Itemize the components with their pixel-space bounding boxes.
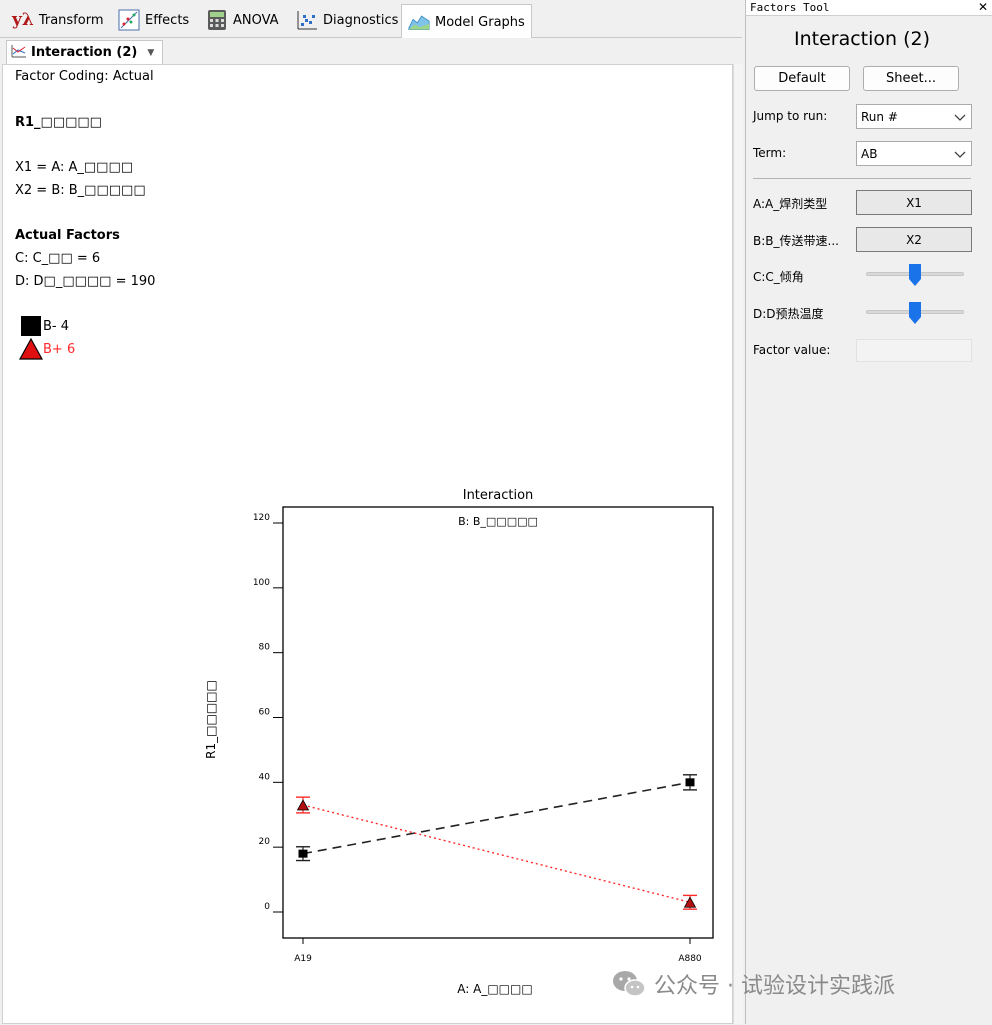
factors-tool-title: Factors Tool <box>750 1 830 14</box>
plot-frame <box>282 506 714 939</box>
wechat-icon <box>613 971 646 997</box>
chevron-down-icon[interactable]: ▼ <box>147 48 154 58</box>
factors-tool-heading: Interaction (2) <box>793 28 931 50</box>
factor-value-field[interactable] <box>856 339 972 362</box>
y-tick-label: 120 <box>253 513 270 523</box>
term-label: Term: <box>753 146 787 160</box>
tab-label: Model Graphs <box>435 14 525 30</box>
y-tick-label: 40 <box>259 772 271 782</box>
effects-icon <box>118 9 140 31</box>
tab-model-graphs[interactable]: Model Graphs <box>401 4 532 39</box>
factors-tool-panel: Factors Tool ✕ Interaction (2) Default S… <box>745 0 992 1024</box>
y-tick-label: 0 <box>264 902 270 912</box>
tab-label: ANOVA <box>233 12 279 28</box>
factor-b-label: B:B_传送带速... <box>753 234 839 248</box>
y-tick-label: 60 <box>259 708 271 718</box>
tab-diagnostics[interactable]: Diagnostics <box>290 4 404 36</box>
x-tick-label: A880 <box>678 954 702 964</box>
watermark: 公众号 · 试验设计实践派 <box>612 968 895 1000</box>
default-button[interactable]: Default <box>754 66 850 91</box>
y-axis-label: R1_□□□□□ <box>204 680 218 759</box>
model-graphs-icon <box>408 11 430 33</box>
y-tick-label: 20 <box>259 837 271 847</box>
vertical-scrollbar[interactable] <box>733 64 743 1024</box>
factor-a-label: A:A_焊剂类型 <box>753 197 828 211</box>
factor-c-slider-thumb[interactable] <box>909 264 921 286</box>
interaction-chart[interactable]: Interaction B: B_□□□□□ 0 20 40 60 80 100 120 A19 A… <box>3 65 734 1025</box>
chevron-down-icon <box>954 114 966 121</box>
x-tick-label: A19 <box>294 954 312 964</box>
diagnostics-icon <box>296 9 318 31</box>
factor-c-label: C:C_倾角 <box>753 270 804 284</box>
subtab-label: Interaction (2) <box>31 45 138 60</box>
x-axis-label: A: A_□□□□ <box>457 982 532 996</box>
factor-d-label: D:D预热温度 <box>753 307 824 321</box>
jump-to-run-label: Jump to run: <box>753 109 828 123</box>
chevron-down-icon <box>954 151 966 158</box>
transform-icon: yλ <box>12 10 34 30</box>
factor-b-axis-button[interactable]: X2 <box>856 227 972 252</box>
factor-a-axis-button[interactable]: X1 <box>856 190 972 215</box>
data-point-square <box>685 778 695 787</box>
data-point-square <box>298 849 308 858</box>
chart-title: Interaction <box>463 488 534 503</box>
close-icon[interactable]: ✕ <box>978 0 988 15</box>
tab-label: Effects <box>145 12 190 28</box>
factor-d-slider-thumb[interactable] <box>909 302 921 324</box>
sheet-button[interactable]: Sheet... <box>863 66 959 91</box>
tab-label: Transform <box>38 12 104 28</box>
divider <box>753 178 971 179</box>
tab-transform[interactable]: yλ Transform <box>6 4 109 36</box>
report-panel: Factor Coding: Actual R1_□□□□□ X1 = A: A… <box>2 64 733 1024</box>
tab-anova[interactable]: ANOVA <box>200 4 285 36</box>
tab-bar: yλ Transform Effects ANOVA Diagnostics M… <box>0 0 742 39</box>
jump-to-run-select[interactable]: Run # <box>856 104 972 129</box>
tab-effects[interactable]: Effects <box>112 4 195 36</box>
chart-subtitle: B: B_□□□□□ <box>458 515 538 528</box>
calculator-icon <box>206 9 228 31</box>
y-tick-label: 100 <box>253 578 270 588</box>
interaction-graph-icon <box>11 44 27 62</box>
graph-subtab-bar: Interaction (2) ▼ <box>0 38 742 64</box>
term-value: AB <box>861 146 878 161</box>
term-select[interactable]: AB <box>856 141 972 166</box>
factor-value-label: Factor value: <box>753 343 831 357</box>
y-tick-label: 80 <box>259 643 271 653</box>
factors-tool-titlebar: Factors Tool ✕ <box>746 0 992 16</box>
watermark-text: 公众号 · 试验设计实践派 <box>654 974 895 999</box>
tab-label: Diagnostics <box>323 12 399 28</box>
jump-to-run-value: Run # <box>861 109 898 124</box>
tab-interaction[interactable]: Interaction (2) ▼ <box>6 40 164 64</box>
